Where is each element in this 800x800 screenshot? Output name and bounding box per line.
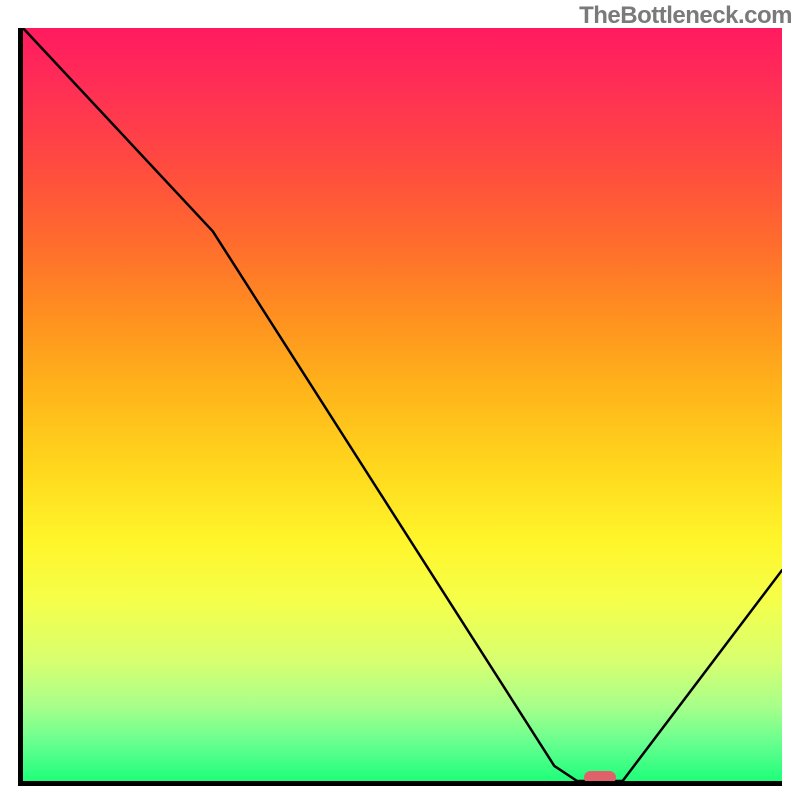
plot-area	[18, 28, 782, 786]
watermark-text: TheBottleneck.com	[579, 2, 792, 30]
bottleneck-curve-path	[23, 28, 782, 781]
optimum-marker	[584, 771, 616, 784]
bottleneck-curve-svg	[23, 28, 782, 781]
chart-container: TheBottleneck.com	[0, 0, 800, 800]
